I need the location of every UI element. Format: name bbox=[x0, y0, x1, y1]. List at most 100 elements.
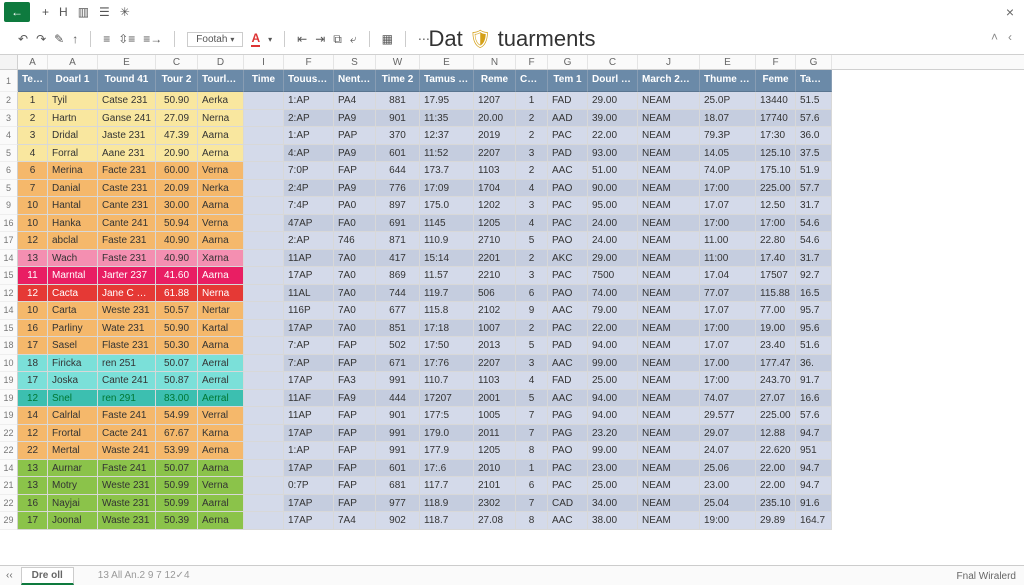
cell[interactable]: PAC bbox=[548, 267, 588, 285]
cell[interactable]: 23.40 bbox=[756, 337, 796, 355]
cell[interactable]: Aarna bbox=[198, 127, 244, 145]
column-letter[interactable]: A bbox=[48, 55, 98, 69]
cell[interactable]: NEAM bbox=[638, 127, 700, 145]
cell[interactable]: 77.00 bbox=[756, 302, 796, 320]
spreadsheet-grid[interactable]: 1TeamDoarl 1Tound 41Tour 2Tourl 37TimeTo… bbox=[0, 70, 1024, 565]
cell[interactable]: NEAM bbox=[638, 162, 700, 180]
cell[interactable]: 8 bbox=[516, 442, 548, 460]
cell[interactable]: Weste 231 bbox=[98, 477, 156, 495]
row-number[interactable]: 16 bbox=[0, 215, 18, 233]
line-height-icon[interactable]: ⇳≡ bbox=[118, 32, 135, 46]
cell[interactable]: NEAM bbox=[638, 180, 700, 198]
cell[interactable]: 17207 bbox=[420, 390, 474, 408]
cell[interactable]: 7:AP bbox=[284, 337, 334, 355]
cell[interactable]: 22.00 bbox=[588, 320, 638, 338]
cell[interactable]: Aarna bbox=[198, 232, 244, 250]
cell[interactable]: 9 bbox=[516, 302, 548, 320]
cell[interactable]: Aarral bbox=[198, 495, 244, 513]
column-header[interactable]: Reme bbox=[474, 70, 516, 92]
cell[interactable]: Kartal bbox=[198, 320, 244, 338]
column-header[interactable]: Time bbox=[244, 70, 284, 92]
cell[interactable]: 5 bbox=[516, 337, 548, 355]
cell[interactable]: PA0 bbox=[334, 197, 376, 215]
cell[interactable]: PAG bbox=[548, 407, 588, 425]
cell[interactable]: 50.90 bbox=[156, 92, 198, 110]
cell[interactable]: 2:AP bbox=[284, 232, 334, 250]
cell[interactable]: 2 bbox=[516, 162, 548, 180]
cell[interactable]: Aurnar bbox=[48, 460, 98, 478]
cell[interactable]: 17:00 bbox=[700, 320, 756, 338]
column-letter[interactable]: F bbox=[756, 55, 796, 69]
cell[interactable]: 50.07 bbox=[156, 460, 198, 478]
column-header[interactable]: Tem 1 bbox=[548, 70, 588, 92]
sparkle-icon[interactable]: ✳ bbox=[120, 5, 130, 19]
cell[interactable]: 2207 bbox=[474, 145, 516, 163]
cell[interactable]: 17AP bbox=[284, 267, 334, 285]
column-header[interactable]: Nentl 2 bbox=[334, 70, 376, 92]
cell[interactable]: PAO bbox=[548, 180, 588, 198]
cell[interactable]: 12 bbox=[18, 232, 48, 250]
cell[interactable]: NEAM bbox=[638, 215, 700, 233]
column-header[interactable]: Thume 237 bbox=[700, 70, 756, 92]
cell[interactable]: 0:7P bbox=[284, 477, 334, 495]
cell[interactable]: 24.07 bbox=[700, 442, 756, 460]
cell[interactable]: AAD bbox=[548, 110, 588, 128]
cell[interactable]: 225.00 bbox=[756, 407, 796, 425]
cell[interactable]: 3 bbox=[18, 127, 48, 145]
cell[interactable]: 94.00 bbox=[588, 337, 638, 355]
cell[interactable]: 691 bbox=[376, 215, 420, 233]
cell[interactable]: NEAM bbox=[638, 232, 700, 250]
row-number[interactable]: 6 bbox=[0, 162, 18, 180]
cell[interactable]: 94.7 bbox=[796, 425, 832, 443]
cell[interactable]: 79.00 bbox=[588, 302, 638, 320]
cell[interactable]: Verna bbox=[198, 215, 244, 233]
cell[interactable]: 901 bbox=[376, 407, 420, 425]
cell[interactable]: 991 bbox=[376, 372, 420, 390]
column-letter[interactable]: C bbox=[588, 55, 638, 69]
cell[interactable]: FA9 bbox=[334, 390, 376, 408]
cell[interactable]: 8 bbox=[516, 512, 548, 530]
cell[interactable]: 175.0 bbox=[420, 197, 474, 215]
cell[interactable]: FA0 bbox=[334, 215, 376, 233]
column-header[interactable]: Tam 7 bbox=[796, 70, 832, 92]
cell[interactable]: 11.57 bbox=[420, 267, 474, 285]
undo-icon[interactable]: ↶ bbox=[18, 32, 28, 46]
cell[interactable] bbox=[244, 512, 284, 530]
cell[interactable]: 177.9 bbox=[420, 442, 474, 460]
cell[interactable]: 506 bbox=[474, 285, 516, 303]
cell[interactable]: 27.07 bbox=[756, 390, 796, 408]
expand-icon[interactable]: ⇥ bbox=[315, 32, 325, 46]
cell[interactable]: 2:AP bbox=[284, 110, 334, 128]
cell[interactable]: Joonal bbox=[48, 512, 98, 530]
brush-icon[interactable]: ✎ bbox=[54, 32, 64, 46]
cell[interactable]: 17AP bbox=[284, 495, 334, 513]
cell[interactable]: 22 bbox=[18, 442, 48, 460]
cell[interactable]: 2010 bbox=[474, 460, 516, 478]
row-number[interactable]: 19 bbox=[0, 372, 18, 390]
cell[interactable]: NEAM bbox=[638, 512, 700, 530]
column-header[interactable]: Doarl 1 bbox=[48, 70, 98, 92]
cell[interactable]: Snel bbox=[48, 390, 98, 408]
cell[interactable]: 38.00 bbox=[588, 512, 638, 530]
cell[interactable]: 22.00 bbox=[756, 477, 796, 495]
cell[interactable] bbox=[244, 477, 284, 495]
cell[interactable] bbox=[244, 267, 284, 285]
cell[interactable]: FAP bbox=[334, 477, 376, 495]
cell[interactable]: 6 bbox=[516, 477, 548, 495]
cell[interactable]: NEAM bbox=[638, 145, 700, 163]
cell[interactable]: NEAM bbox=[638, 197, 700, 215]
up-arrow-icon[interactable]: ↑ bbox=[72, 32, 78, 46]
cell[interactable]: 60.00 bbox=[156, 162, 198, 180]
cell[interactable]: 99.00 bbox=[588, 355, 638, 373]
cell[interactable]: 12 bbox=[18, 390, 48, 408]
cell[interactable]: 13440 bbox=[756, 92, 796, 110]
cell[interactable]: 2710 bbox=[474, 232, 516, 250]
cell[interactable]: 20.00 bbox=[474, 110, 516, 128]
cell[interactable]: 164.7 bbox=[796, 512, 832, 530]
row-number[interactable]: 9 bbox=[0, 197, 18, 215]
cell[interactable] bbox=[244, 407, 284, 425]
cell[interactable]: 17AP bbox=[284, 512, 334, 530]
cell[interactable]: 110.9 bbox=[420, 232, 474, 250]
cell[interactable]: 25.04 bbox=[700, 495, 756, 513]
cell[interactable]: 17AP bbox=[284, 372, 334, 390]
